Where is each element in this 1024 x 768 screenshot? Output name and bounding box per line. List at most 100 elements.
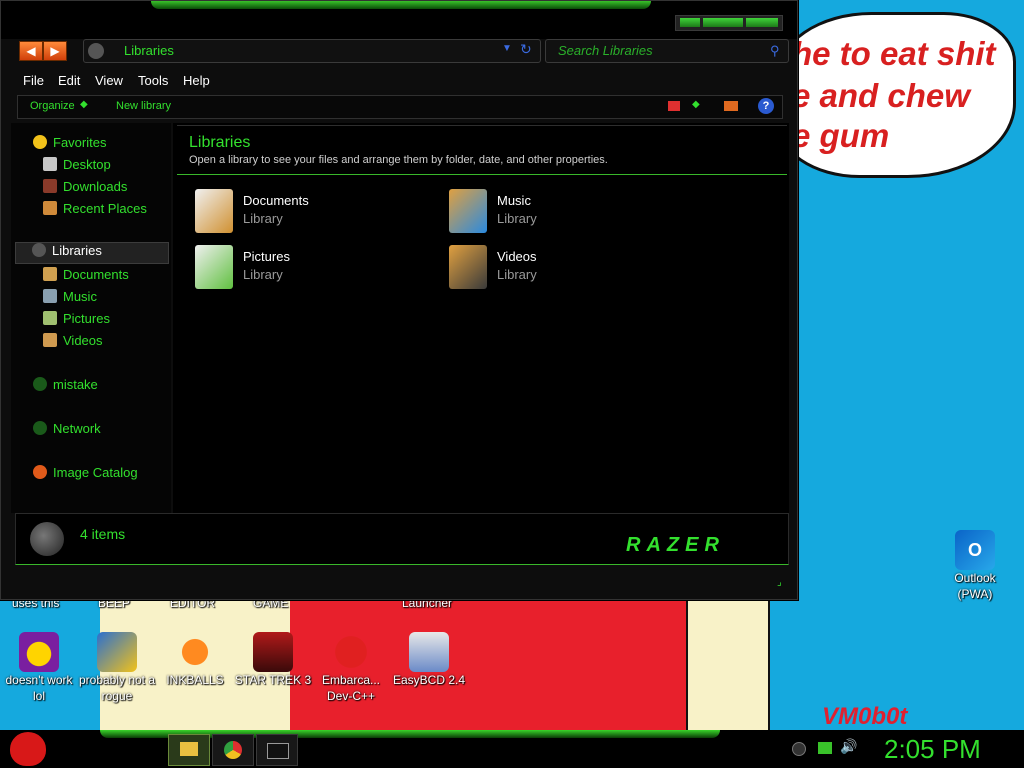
- desktop-icon-label: EasyBCD 2.4: [392, 673, 466, 687]
- desktop-icon-label: Outlook (PWA): [954, 571, 996, 601]
- title-glow: [151, 1, 651, 9]
- bubble-line-1: he to eat shit: [792, 35, 996, 72]
- menu-edit[interactable]: Edit: [58, 73, 80, 88]
- chevron-down-icon: ◆: [80, 99, 88, 110]
- ink-ball-icon: [175, 632, 215, 672]
- desktop-icon-devcpp[interactable]: Embarca... Dev-C++: [312, 632, 390, 704]
- sidebar-item-desktop[interactable]: Desktop: [43, 157, 111, 177]
- library-item-music[interactable]: Music Library: [449, 187, 669, 237]
- sidebar-item-videos[interactable]: Videos: [43, 333, 103, 353]
- desktop-icon-rogue[interactable]: probably not a rogue: [78, 632, 156, 704]
- desktop-icon-label: Embarca... Dev-C++: [321, 673, 381, 703]
- sidebar-item-music[interactable]: Music: [43, 289, 97, 309]
- menu-view[interactable]: View: [95, 73, 123, 88]
- taskbar-explorer-button[interactable]: [168, 734, 210, 766]
- help-icon[interactable]: ?: [758, 98, 774, 114]
- folder-icon: [180, 742, 198, 756]
- menu-help[interactable]: Help: [183, 73, 210, 88]
- close-button[interactable]: [746, 18, 778, 27]
- sidebar-item-pictures[interactable]: Pictures: [43, 311, 110, 331]
- details-pane: 4 items RAZER: [15, 513, 789, 565]
- videos-library-icon: [449, 245, 487, 289]
- desktop-icon-easybcd[interactable]: EasyBCD 2.4: [390, 632, 468, 688]
- homegroup-icon: [33, 377, 47, 391]
- music-icon: [43, 289, 57, 303]
- sidebar-item-label: Image Catalog: [53, 465, 138, 480]
- chevron-down-icon[interactable]: ▼: [502, 43, 512, 54]
- documents-library-icon: [195, 189, 233, 233]
- sidebar-item-favorites[interactable]: Favorites: [33, 135, 106, 155]
- sidebar-item-libraries[interactable]: Libraries: [15, 242, 169, 264]
- window-controls: [675, 15, 783, 31]
- desktop-icon-label: probably not a rogue: [78, 673, 156, 703]
- item-count: 4 items: [80, 526, 126, 542]
- start-button-angry-bird-icon[interactable]: [10, 732, 46, 766]
- organize-button[interactable]: Organize: [30, 100, 75, 112]
- outlook-icon: O: [955, 530, 995, 570]
- menu-bar: File Edit View Tools Help: [15, 71, 787, 91]
- menu-tools[interactable]: Tools: [138, 73, 168, 88]
- desktop-icon-inkballs[interactable]: INKBALLS: [156, 632, 234, 688]
- explorer-window: ◀ ▶ Libraries ▼ ↻ Search Libraries ⚲ Fil…: [0, 0, 798, 600]
- search-input[interactable]: Search Libraries: [558, 43, 653, 58]
- desktop-icon-yahoo[interactable]: doesn't work lol: [0, 632, 78, 704]
- yahoo-messenger-icon: [19, 632, 59, 672]
- library-item-documents[interactable]: Documents Library: [195, 187, 415, 237]
- forward-button[interactable]: ▶: [43, 41, 67, 61]
- sidebar-item-label: Network: [53, 421, 101, 436]
- volume-icon[interactable]: 🔊: [840, 738, 857, 755]
- star-icon: [33, 135, 47, 149]
- desktop-icon-star-trek[interactable]: STAR TREK 3: [234, 632, 312, 688]
- network-icon: [33, 421, 47, 435]
- navigation-bar: ◀ ▶ Libraries ▼ ↻ Search Libraries ⚲: [15, 39, 789, 63]
- refresh-icon[interactable]: ↻: [520, 41, 532, 58]
- maximize-button[interactable]: [703, 18, 743, 27]
- show-hidden-icons-button[interactable]: [792, 742, 806, 756]
- sidebar-item-recent-places[interactable]: Recent Places: [43, 201, 147, 221]
- menu-file[interactable]: File: [23, 73, 44, 88]
- view-dropdown-icon[interactable]: ◆: [692, 99, 700, 110]
- downloads-icon: [43, 179, 57, 193]
- dev-cpp-icon: [331, 632, 371, 672]
- library-name: Documents: [243, 193, 309, 208]
- taskbar-clock[interactable]: 2:05 PM: [884, 734, 981, 765]
- sidebar-item-label: Pictures: [63, 311, 110, 326]
- sidebar-item-mistake[interactable]: mistake: [33, 377, 98, 397]
- view-options-icon[interactable]: [668, 101, 680, 111]
- recent-places-icon: [43, 201, 57, 215]
- page-description: Open a library to see your files and arr…: [189, 154, 608, 166]
- sidebar-item-label: Music: [63, 289, 97, 304]
- desktop-icon: [43, 157, 57, 171]
- address-bar[interactable]: Libraries ▼ ↻: [83, 39, 541, 63]
- preview-pane-icon[interactable]: [724, 101, 738, 111]
- library-header: Libraries Open a library to see your fil…: [177, 125, 787, 175]
- address-text: Libraries: [124, 43, 174, 58]
- taskbar-chrome-button[interactable]: [212, 734, 254, 766]
- action-center-icon[interactable]: [818, 742, 832, 754]
- library-item-videos[interactable]: Videos Library: [449, 243, 669, 293]
- desktop-icon-label: STAR TREK 3: [234, 673, 312, 687]
- new-library-button[interactable]: New library: [116, 100, 171, 112]
- desktop-icon-label: INKBALLS: [166, 673, 224, 687]
- search-icon[interactable]: ⚲: [770, 43, 780, 59]
- sidebar-item-downloads[interactable]: Downloads: [43, 179, 127, 199]
- back-button[interactable]: ◀: [19, 41, 43, 61]
- sidebar-item-label: mistake: [53, 377, 98, 392]
- razer-logo: RAZER: [626, 534, 725, 556]
- libraries-large-icon: [30, 522, 64, 556]
- content-pane: [173, 123, 789, 513]
- page-title: Libraries: [189, 134, 251, 151]
- sidebar-item-image-catalog[interactable]: Image Catalog: [33, 465, 138, 485]
- resize-grip[interactable]: ⌟: [777, 577, 782, 588]
- wallpaper-signature: VM0b0t: [822, 703, 908, 730]
- sidebar-item-label: Videos: [63, 333, 103, 348]
- library-name: Music: [497, 193, 531, 208]
- desktop-icon-outlook[interactable]: O Outlook (PWA): [936, 530, 1014, 602]
- library-item-pictures[interactable]: Pictures Library: [195, 243, 415, 293]
- taskbar-cmd-button[interactable]: [256, 734, 298, 766]
- sidebar-item-network[interactable]: Network: [33, 421, 101, 441]
- minimize-button[interactable]: [680, 18, 700, 27]
- sidebar-item-label: Recent Places: [63, 201, 147, 216]
- search-box[interactable]: Search Libraries ⚲: [545, 39, 789, 63]
- sidebar-item-documents[interactable]: Documents: [43, 267, 129, 287]
